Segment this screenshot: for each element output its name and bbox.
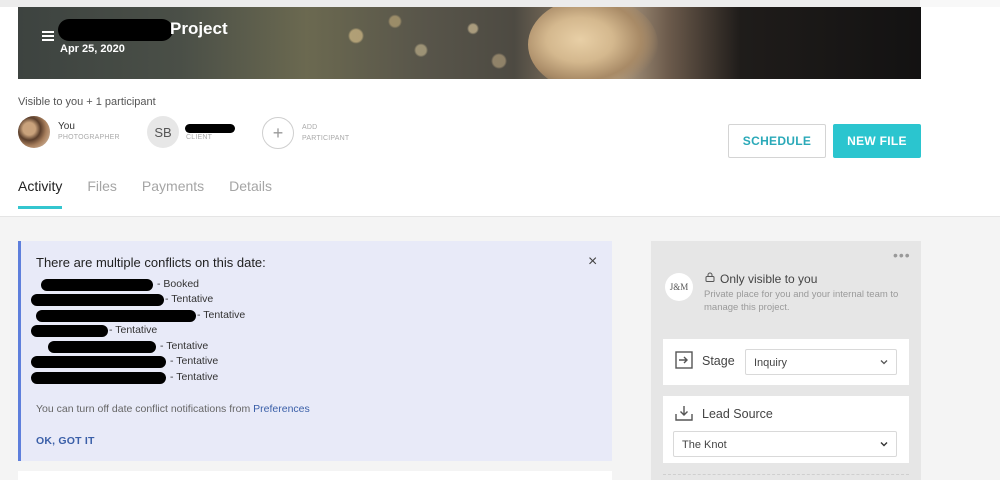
project-tabs: Activity Files Payments Details bbox=[18, 178, 272, 209]
tab-files[interactable]: Files bbox=[87, 178, 117, 209]
conflict-status: - Tentative bbox=[170, 371, 219, 383]
add-participant-button[interactable]: + ADD PARTICIPANT bbox=[262, 117, 349, 149]
lead-source-value: The Knot bbox=[682, 439, 727, 451]
private-sidebar: ••• J&M Only visible to you Private plac… bbox=[651, 241, 921, 480]
conflict-status: - Tentative bbox=[170, 355, 219, 367]
new-file-button[interactable]: NEW FILE bbox=[833, 124, 921, 158]
only-visible-title: Only visible to you bbox=[720, 272, 818, 286]
more-options-icon[interactable]: ••• bbox=[893, 247, 911, 263]
participant-role: CLIENT bbox=[186, 134, 213, 141]
banner-photo-subject bbox=[528, 7, 658, 79]
conflict-note: You can turn off date conflict notificat… bbox=[36, 403, 310, 415]
add-icon: + bbox=[262, 117, 294, 149]
top-strip-right bbox=[920, 0, 1000, 7]
redacted-client-name bbox=[185, 124, 235, 133]
project-banner: Project Apr 25, 2020 bbox=[18, 7, 921, 79]
next-card-edge bbox=[663, 474, 909, 480]
add-label-line1: ADD bbox=[302, 124, 318, 131]
stage-card: Stage Inquiry bbox=[663, 339, 909, 385]
company-logo: J&M bbox=[665, 273, 693, 301]
visibility-label: Visible to you + 1 participant bbox=[18, 96, 156, 108]
ok-got-it-button[interactable]: OK, GOT IT bbox=[36, 435, 95, 447]
redacted-event-name bbox=[31, 325, 108, 337]
tab-activity[interactable]: Activity bbox=[18, 178, 63, 209]
schedule-button[interactable]: SCHEDULE bbox=[728, 124, 826, 158]
participant-role: PHOTOGRAPHER bbox=[58, 134, 120, 141]
project-title: Project bbox=[170, 19, 228, 38]
activity-card-next bbox=[18, 471, 612, 480]
menu-icon[interactable] bbox=[42, 31, 54, 41]
conflict-title: There are multiple conflicts on this dat… bbox=[36, 255, 266, 270]
tab-details[interactable]: Details bbox=[229, 178, 272, 209]
redacted-event-name bbox=[48, 341, 156, 353]
conflict-status: - Tentative bbox=[165, 293, 214, 305]
conflict-status: - Tentative bbox=[109, 324, 158, 336]
conflict-note-text: You can turn off date conflict notificat… bbox=[36, 403, 254, 415]
inbox-download-icon bbox=[675, 406, 693, 421]
stage-select[interactable]: Inquiry bbox=[745, 349, 897, 375]
redacted-event-name bbox=[31, 372, 166, 384]
redacted-event-name bbox=[31, 294, 164, 306]
lead-source-label: Lead Source bbox=[702, 407, 773, 421]
preferences-link[interactable]: Preferences bbox=[253, 403, 310, 415]
top-strip bbox=[0, 0, 1000, 7]
add-label-line2: PARTICIPANT bbox=[302, 135, 350, 142]
conflict-status: - Booked bbox=[157, 278, 200, 290]
lead-source-card: Lead Source The Knot bbox=[663, 396, 909, 463]
lock-icon bbox=[705, 272, 715, 282]
redacted-event-name bbox=[31, 356, 166, 368]
project-date: Apr 25, 2020 bbox=[60, 43, 125, 55]
redacted-event-name bbox=[36, 310, 196, 322]
stage-icon bbox=[675, 351, 693, 369]
avatar bbox=[18, 116, 50, 148]
chevron-down-icon bbox=[880, 360, 888, 365]
stage-value: Inquiry bbox=[754, 357, 788, 369]
tab-payments[interactable]: Payments bbox=[142, 178, 204, 209]
participant-name: You bbox=[58, 121, 75, 132]
date-conflict-notice: There are multiple conflicts on this dat… bbox=[18, 241, 612, 461]
private-note: Private place for you and your internal … bbox=[704, 289, 899, 313]
chevron-down-icon bbox=[880, 442, 888, 447]
lead-source-select[interactable]: The Knot bbox=[673, 431, 897, 457]
redacted-event-name bbox=[41, 279, 153, 291]
participant-you[interactable]: You PHOTOGRAPHER bbox=[18, 116, 120, 148]
close-icon[interactable]: × bbox=[588, 253, 597, 271]
avatar: SB bbox=[147, 116, 179, 148]
conflict-status: - Tentative bbox=[197, 309, 246, 321]
stage-label: Stage bbox=[702, 354, 735, 368]
redacted-client-name bbox=[58, 19, 173, 41]
banner-bokeh bbox=[278, 7, 538, 79]
conflict-status: - Tentative bbox=[160, 340, 209, 352]
